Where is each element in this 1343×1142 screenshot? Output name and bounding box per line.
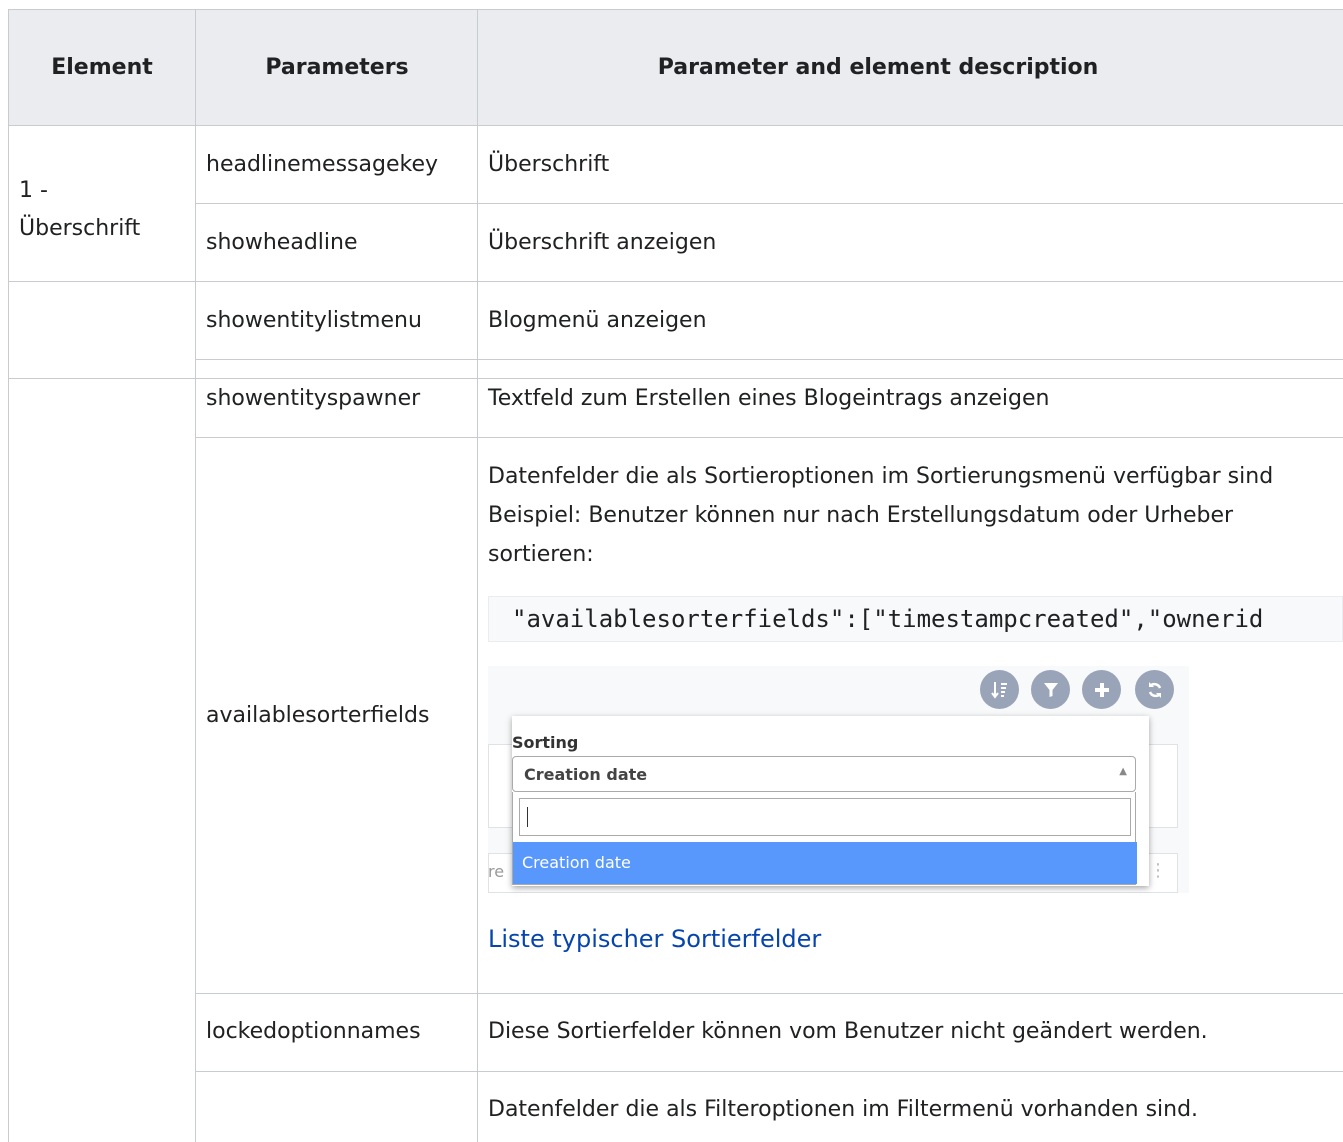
desc-cell: Überschrift: [488, 152, 610, 177]
sort-icon[interactable]: [980, 670, 1019, 709]
option-label: Creation date: [522, 853, 631, 872]
caret-up-icon: ▲: [1119, 766, 1127, 777]
desc-cell: Textfeld zum Erstellen eines Blogeintrag…: [488, 386, 1050, 411]
code-block: "availablesorterfields":["timestampcreat…: [488, 596, 1343, 642]
text-cursor: [527, 807, 528, 827]
desc-line: sortieren:: [488, 542, 594, 567]
border: [196, 203, 1343, 204]
border: [195, 9, 196, 1142]
selected-value: Creation date: [524, 765, 648, 784]
param-cell: availablesorterfields: [206, 703, 430, 728]
header-parameters: Parameters: [265, 55, 409, 80]
background-text: re: [488, 862, 505, 881]
border: [196, 437, 1343, 438]
sorting-screenshot: re ⋮ Sorting Creation date ▲ Creation da…: [488, 666, 1189, 893]
border: [196, 1071, 1343, 1072]
sorting-select[interactable]: Creation date ▲: [512, 756, 1136, 792]
refresh-icon[interactable]: [1135, 670, 1174, 709]
border: [8, 9, 1343, 10]
border: [477, 9, 478, 1142]
border: [8, 125, 1343, 126]
sorter-fields-link[interactable]: Liste typischer Sortierfelder: [488, 925, 821, 953]
desc-cell: Überschrift anzeigen: [488, 230, 717, 255]
param-cell: showheadline: [206, 230, 358, 255]
border: [8, 378, 9, 1142]
border: [8, 281, 1343, 282]
sorting-panel: Sorting Creation date ▲ Creation date: [512, 716, 1149, 886]
header-description: Parameter and element description: [657, 55, 1099, 80]
dropdown: Creation date: [512, 792, 1137, 885]
param-cell: headlinemessagekey: [206, 152, 439, 177]
param-cell: showentitylistmenu: [206, 308, 422, 333]
desc-cell: Datenfelder die als Filteroptionen im Fi…: [488, 1097, 1199, 1122]
desc-cell: Blogmenü anzeigen: [488, 308, 707, 333]
border: [8, 378, 1343, 379]
filter-icon[interactable]: [1031, 670, 1070, 709]
desc-cell: Diese Sortierfelder können vom Benutzer …: [488, 1019, 1208, 1044]
desc-line: Datenfelder die als Sortieroptionen im S…: [488, 464, 1274, 489]
desc-line: Beispiel: Benutzer können nur nach Erste…: [488, 503, 1234, 528]
sorting-label: Sorting: [512, 733, 579, 752]
param-cell: lockedoptionnames: [206, 1019, 421, 1044]
dropdown-search-input[interactable]: [519, 798, 1131, 836]
plus-icon[interactable]: [1082, 670, 1121, 709]
element-cell: 1 - Überschrift: [19, 178, 141, 241]
border: [196, 359, 1343, 360]
code-text: "availablesorterfields":["timestampcreat…: [512, 605, 1264, 633]
header-element: Element: [51, 55, 153, 80]
dropdown-option[interactable]: Creation date: [513, 842, 1137, 884]
param-cell: showentityspawner: [206, 386, 421, 411]
border: [196, 993, 1343, 994]
more-icon: ⋮: [1149, 860, 1167, 881]
